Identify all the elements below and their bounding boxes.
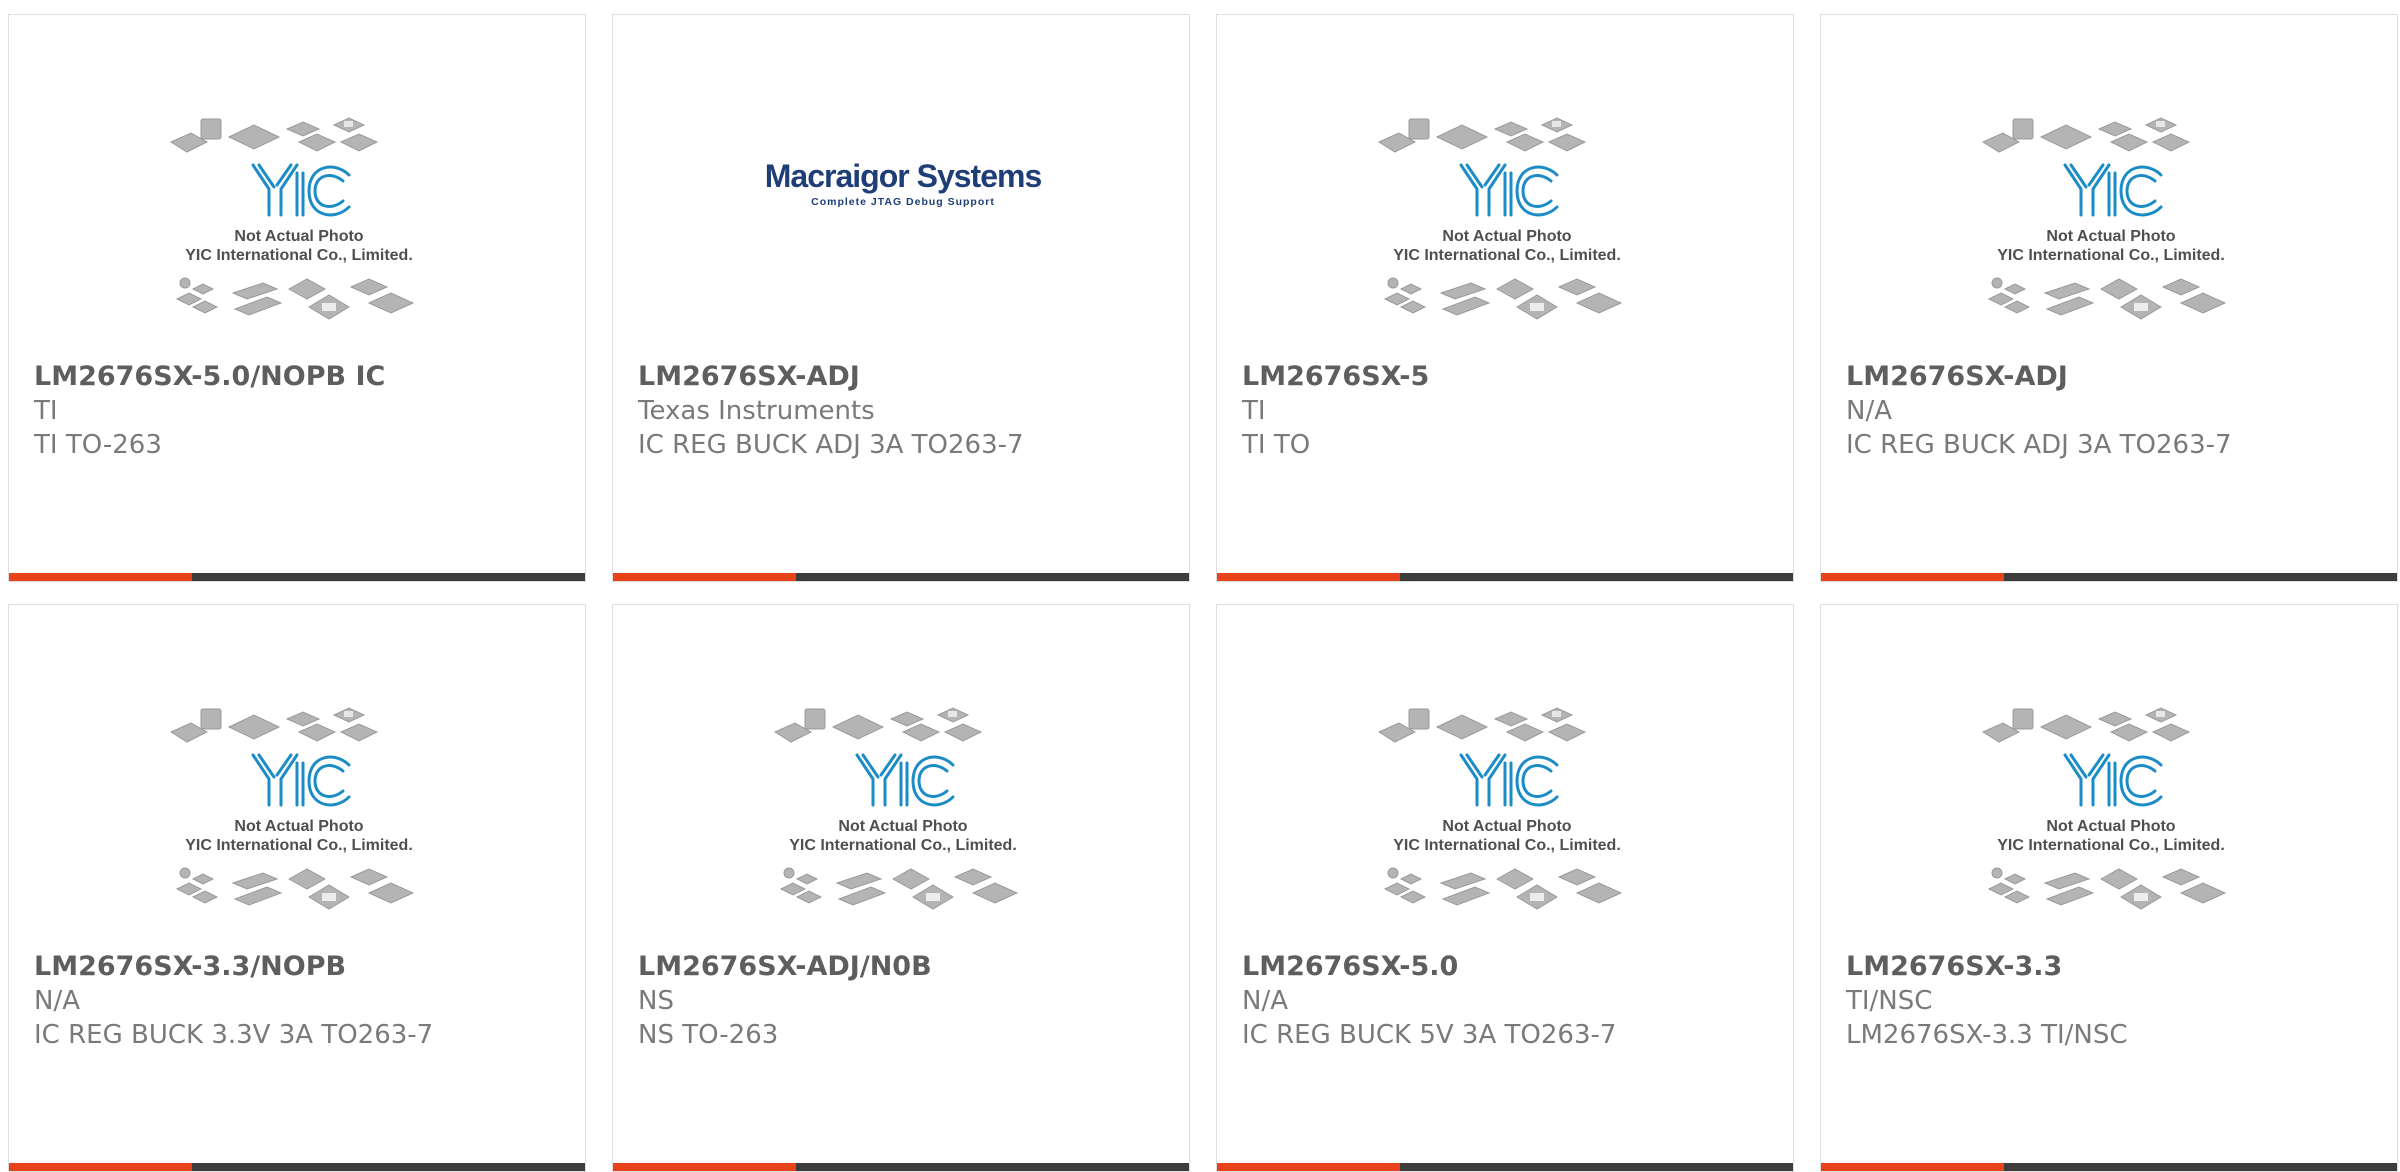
product-info: LM2676SX-ADJ N/A IC REG BUCK ADJ 3A TO263-… [1846,360,2377,462]
card-footer-accent [1821,573,2004,581]
product-info: LM2676SX-ADJ/N0B NS NS TO-263 [638,950,1169,1052]
product-description: TI TO [1242,430,1311,460]
yic-placeholder-art: Not Actual Photo YIC International Co., L… [1377,116,1623,321]
product-card[interactable]: Not Actual Photo YIC International Co., L… [1820,14,2398,582]
product-info: LM2676SX-5.0/NOPB IC TI TI TO-263 [34,360,565,462]
product-card[interactable]: Macraigor Systems Complete JTAG Debug Sup… [612,14,1190,582]
placeholder-line2: YIC International Co., Limited. [1393,247,1621,264]
yic-placeholder-art: Not Actual Photo YIC International Co., L… [169,116,415,321]
placeholder-line2: YIC International Co., Limited. [1997,247,2225,264]
product-info: LM2676SX-5 TI TI TO [1242,360,1773,462]
placeholder-line2: YIC International Co., Limited. [1997,837,2225,854]
product-manufacturer: TI [34,396,58,426]
card-footer-accent [1821,1163,2004,1171]
product-image[interactable]: Not Actual Photo YIC International Co., L… [1217,15,1793,355]
card-footer-bar [1217,1163,1793,1171]
yic-placeholder-art: Not Actual Photo YIC International Co., L… [773,706,1019,911]
product-manufacturer: N/A [1846,396,1892,426]
placeholder-line1: Not Actual Photo [2046,818,2175,835]
card-footer-accent [1217,573,1400,581]
card-footer-bar [613,1163,1189,1171]
card-footer-bar [613,573,1189,581]
product-image[interactable]: Not Actual Photo YIC International Co., L… [1821,605,2397,945]
product-manufacturer: TI/NSC [1846,986,1933,1016]
card-footer-bar [9,1163,585,1171]
card-footer-accent [613,1163,796,1171]
card-footer-bar [1821,573,2397,581]
macraigor-logo-subtitle: Complete JTAG Debug Support [811,196,995,208]
product-part-number[interactable]: LM2676SX-3.3/NOPB [34,950,565,984]
placeholder-line1: Not Actual Photo [838,818,967,835]
product-part-number[interactable]: LM2676SX-3.3 [1846,950,2377,984]
placeholder-line1: Not Actual Photo [1442,818,1571,835]
placeholder-line2: YIC International Co., Limited. [185,837,413,854]
card-footer-accent [9,573,192,581]
placeholder-line1: Not Actual Photo [234,228,363,245]
product-part-number[interactable]: LM2676SX-5 [1242,360,1773,394]
product-card[interactable]: Not Actual Photo YIC International Co., L… [8,604,586,1172]
card-footer-accent [1217,1163,1400,1171]
product-info: LM2676SX-3.3 TI/NSC LM2676SX-3.3 TI/NSC [1846,950,2377,1052]
card-footer-accent [9,1163,192,1171]
product-manufacturer: Texas Instruments [638,396,875,426]
yic-placeholder-art: Not Actual Photo YIC International Co., L… [1981,116,2227,321]
product-description: LM2676SX-3.3 TI/NSC [1846,1020,2128,1050]
placeholder-line2: YIC International Co., Limited. [789,837,1017,854]
product-part-number[interactable]: LM2676SX-ADJ/N0B [638,950,1169,984]
placeholder-line1: Not Actual Photo [234,818,363,835]
card-footer-bar [9,573,585,581]
product-part-number[interactable]: LM2676SX-ADJ [638,360,1169,394]
macraigor-logo-title: Macraigor Systems [765,158,1042,194]
product-image[interactable]: Not Actual Photo YIC International Co., L… [9,15,585,355]
product-grid: Not Actual Photo YIC International Co., L… [0,0,2400,1172]
product-card[interactable]: Not Actual Photo YIC International Co., L… [8,14,586,582]
product-description: TI TO-263 [34,430,162,460]
product-part-number[interactable]: LM2676SX-5.0/NOPB IC [34,360,565,394]
placeholder-line2: YIC International Co., Limited. [185,247,413,264]
product-image[interactable]: Macraigor Systems Complete JTAG Debug Sup… [613,15,1189,355]
product-image[interactable]: Not Actual Photo YIC International Co., L… [1217,605,1793,945]
product-card[interactable]: Not Actual Photo YIC International Co., L… [612,604,1190,1172]
product-description: NS TO-263 [638,1020,779,1050]
product-card[interactable]: Not Actual Photo YIC International Co., L… [1216,604,1794,1172]
yic-placeholder-art: Not Actual Photo YIC International Co., L… [169,706,415,911]
product-description: IC REG BUCK 5V 3A TO263-7 [1242,1020,1617,1050]
product-manufacturer: N/A [1242,986,1288,1016]
card-footer-bar [1217,573,1793,581]
product-manufacturer: N/A [34,986,80,1016]
product-description: IC REG BUCK 3.3V 3A TO263-7 [34,1020,434,1050]
placeholder-line2: YIC International Co., Limited. [1393,837,1621,854]
product-info: LM2676SX-5.0 N/A IC REG BUCK 5V 3A TO263-7 [1242,950,1773,1052]
product-image[interactable]: Not Actual Photo YIC International Co., L… [613,605,1189,945]
product-manufacturer: NS [638,986,674,1016]
product-description: IC REG BUCK ADJ 3A TO263-7 [1846,430,2232,460]
placeholder-line1: Not Actual Photo [2046,228,2175,245]
product-part-number[interactable]: LM2676SX-5.0 [1242,950,1773,984]
product-description: IC REG BUCK ADJ 3A TO263-7 [638,430,1024,460]
product-part-number[interactable]: LM2676SX-ADJ [1846,360,2377,394]
product-card[interactable]: Not Actual Photo YIC International Co., L… [1216,14,1794,582]
yic-placeholder-art: Not Actual Photo YIC International Co., L… [1981,706,2227,911]
product-manufacturer: TI [1242,396,1266,426]
product-info: LM2676SX-3.3/NOPB N/A IC REG BUCK 3.3V 3A … [34,950,565,1052]
card-footer-accent [613,573,796,581]
card-footer-bar [1821,1163,2397,1171]
product-image[interactable]: Not Actual Photo YIC International Co., L… [9,605,585,945]
product-info: LM2676SX-ADJ Texas Instruments IC REG BUCK… [638,360,1169,462]
placeholder-line1: Not Actual Photo [1442,228,1571,245]
product-image[interactable]: Not Actual Photo YIC International Co., L… [1821,15,2397,355]
product-card[interactable]: Not Actual Photo YIC International Co., L… [1820,604,2398,1172]
yic-placeholder-art: Not Actual Photo YIC International Co., L… [1377,706,1623,911]
